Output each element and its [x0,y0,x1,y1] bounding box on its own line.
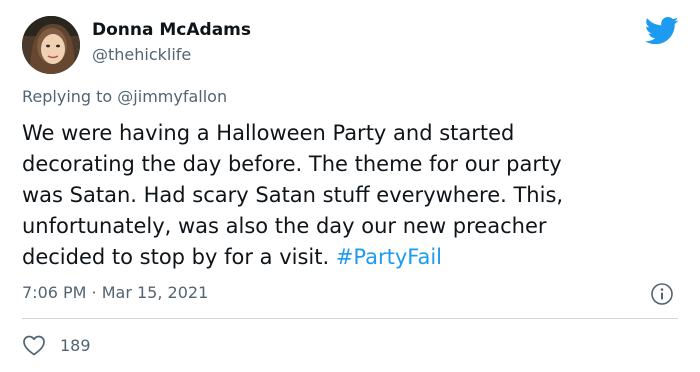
author-display-name[interactable]: Donna McAdams [92,20,251,40]
like-action[interactable]: 189 [22,332,91,358]
tweet-text-line: decorating the day before. The theme for… [22,152,562,176]
hashtag-link[interactable]: #PartyFail [336,245,442,269]
avatar[interactable] [22,16,80,74]
tweet-text-line: We were having a Halloween Party and sta… [22,121,515,145]
info-icon[interactable] [650,282,674,306]
replying-to: Replying to @jimmyfallon [22,87,227,106]
reply-mention-link[interactable]: @jimmyfallon [117,87,227,106]
tweet-text-line: unfortunately, was also the day our new … [22,214,547,238]
tweet-text-segment: decided to stop by for a visit. [22,245,336,269]
tweet-timestamp[interactable]: 7:06 PM · Mar 15, 2021 [22,283,208,302]
like-count: 189 [60,335,91,355]
replying-prefix: Replying to [22,87,118,106]
tweet-text: We were having a Halloween Party and sta… [22,118,682,273]
author-handle[interactable]: @thehicklife [92,45,191,64]
heart-icon[interactable] [22,334,46,356]
divider [22,318,678,319]
tweet-text-line: was Satan. Had scary Satan stuff everywh… [22,183,564,207]
user-avatar-photo-icon [22,16,80,74]
twitter-bird-icon[interactable] [645,16,679,46]
tweet-card: Donna McAdams @thehicklife Replying to @… [0,0,700,372]
tweet-text-line-last: decided to stop by for a visit. #PartyFa… [22,242,682,273]
